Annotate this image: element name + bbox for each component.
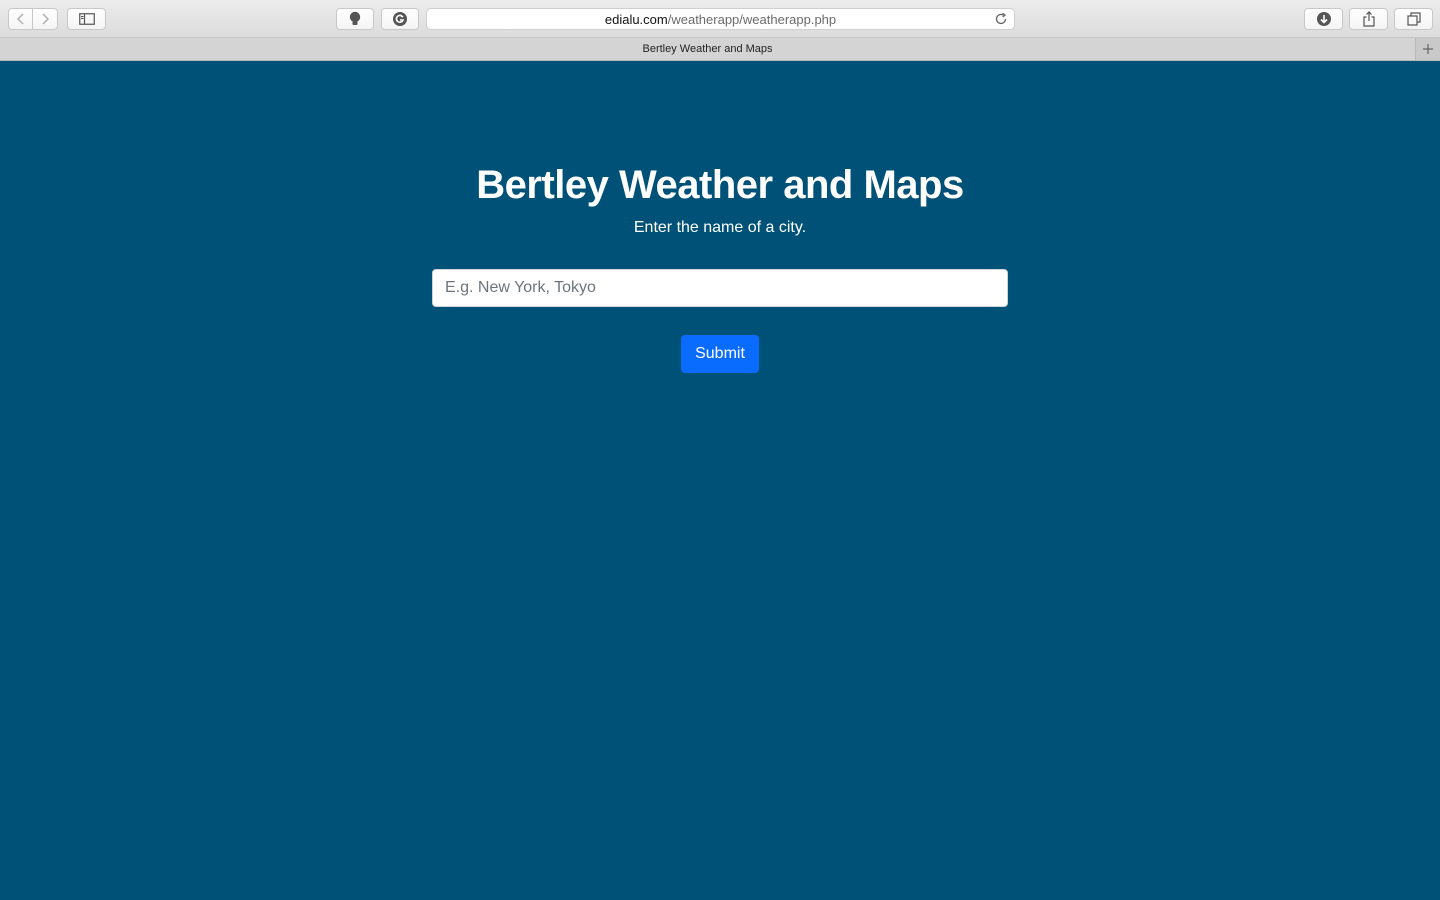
new-tab-icon xyxy=(1423,44,1433,54)
grammarly-extension-button[interactable] xyxy=(381,8,419,30)
share-icon xyxy=(1362,11,1375,27)
city-search-input[interactable] xyxy=(432,269,1008,307)
grammarly-icon xyxy=(393,12,407,26)
submit-button[interactable]: Submit xyxy=(681,335,759,373)
tab-title-label: Bertley Weather and Maps xyxy=(642,43,773,55)
page-subtitle: Enter the name of a city. xyxy=(633,219,807,236)
address-bar[interactable]: edialu.com/weatherapp/weatherapp.php xyxy=(426,8,1015,30)
browser-toolbar: edialu.com/weatherapp/weatherapp.php xyxy=(0,0,1440,38)
tab-bar: Bertley Weather and Maps xyxy=(0,38,1440,61)
sidebar-button[interactable] xyxy=(67,8,106,30)
tabs-overview-icon xyxy=(1406,12,1421,26)
page-title: Bertley Weather and Maps xyxy=(476,163,964,207)
sidebar-icon xyxy=(78,13,95,25)
downloads-button[interactable] xyxy=(1304,8,1343,30)
forward-button[interactable] xyxy=(33,8,58,30)
back-button[interactable] xyxy=(8,8,33,30)
back-icon xyxy=(16,13,24,25)
new-tab-button[interactable] xyxy=(1415,38,1440,60)
download-icon xyxy=(1316,12,1331,26)
nav-buttons xyxy=(8,8,58,30)
url-path: /weatherapp/weatherapp.php xyxy=(667,11,837,27)
lightbulb-icon xyxy=(349,11,361,25)
tabs-overview-button[interactable] xyxy=(1394,8,1433,30)
share-button[interactable] xyxy=(1349,8,1388,30)
reload-button[interactable] xyxy=(994,12,1008,29)
tab-active[interactable]: Bertley Weather and Maps xyxy=(0,38,1415,60)
lightbulb-extension-button[interactable] xyxy=(336,8,374,30)
forward-icon xyxy=(42,13,50,25)
reload-icon xyxy=(995,12,1007,25)
url-domain: edialu.com xyxy=(604,11,668,27)
page-content: Bertley Weather and Maps Enter the name … xyxy=(0,61,1440,900)
